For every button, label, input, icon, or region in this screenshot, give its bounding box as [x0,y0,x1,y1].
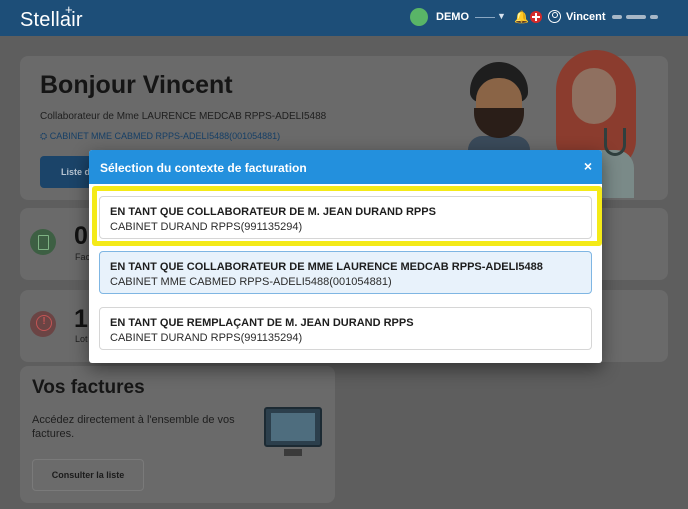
role-line: Collaborateur de Mme LAURENCE MEDCAB RPP… [40,111,327,122]
status-dot-icon [410,8,428,26]
option-subtitle: CABINET DURAND RPPS(991135294) [110,332,303,344]
bell-icon[interactable]: 🔔 [514,10,529,24]
document-icon [30,229,56,255]
context-option-collaborateur-durand[interactable]: EN TANT QUE COLLABORATEUR DE M. JEAN DUR… [99,196,592,239]
redacted-user-info [612,15,668,19]
invoices-description: Accédez directement à l'ensemble de vos … [32,414,235,440]
page-title: Bonjour Vincent [40,71,233,99]
red-cross-icon[interactable] [530,11,542,23]
cabinet-line[interactable]: ⛭ CABINET MME CABMED RPPS-ADELI5488(0010… [40,131,280,142]
stat-label: Fac [75,252,91,262]
stat-value: 0 [74,222,88,250]
app-logo[interactable]: Stellair [20,9,83,32]
monitor-stand-icon [284,449,302,456]
option-title: EN TANT QUE COLLABORATEUR DE M. JEAN DUR… [110,206,436,218]
modal-title: Sélection du contexte de facturation [100,161,307,175]
user-name[interactable]: Vincent [566,11,606,23]
option-title: EN TANT QUE REMPLAÇANT DE M. JEAN DURAND… [110,317,414,329]
stat-value: 1 [74,305,88,333]
consult-list-button[interactable]: Consulter la liste [32,459,144,491]
billing-context-modal: Sélection du contexte de facturation × E… [89,150,602,363]
cabinet-label: CABINET MME CABMED RPPS-ADELI5488(001054… [49,131,281,141]
list-button-label: Liste d [61,167,91,177]
top-bar: Stellair + DEMO ▼ 🔔 Vincent [0,0,688,36]
stethoscope-icon [604,128,626,156]
user-icon[interactable] [548,10,561,23]
invoices-title: Vos factures [32,377,145,398]
illustration-woman-face [572,68,616,124]
environment-select-line[interactable] [475,17,495,18]
close-icon[interactable]: × [584,158,592,174]
modal-header: Sélection du contexte de facturation × [89,150,602,184]
chevron-down-icon[interactable]: ▼ [497,11,506,21]
option-title: EN TANT QUE COLLABORATEUR DE MME LAURENC… [110,261,543,273]
option-subtitle: CABINET MME CABMED RPPS-ADELI5488(001054… [110,276,392,288]
context-option-remplacant-durand[interactable]: EN TANT QUE REMPLAÇANT DE M. JEAN DURAND… [99,307,592,350]
monitor-icon [264,407,322,447]
option-subtitle: CABINET DURAND RPPS(991135294) [110,221,303,233]
stat-label: Lot [75,334,88,344]
warning-icon [30,311,56,337]
environment-label[interactable]: DEMO [436,11,469,23]
consult-list-label: Consulter la liste [51,470,125,480]
logo-plus-mark: + [65,2,73,17]
context-option-collaborateur-medcab[interactable]: EN TANT QUE COLLABORATEUR DE MME LAURENC… [99,251,592,294]
